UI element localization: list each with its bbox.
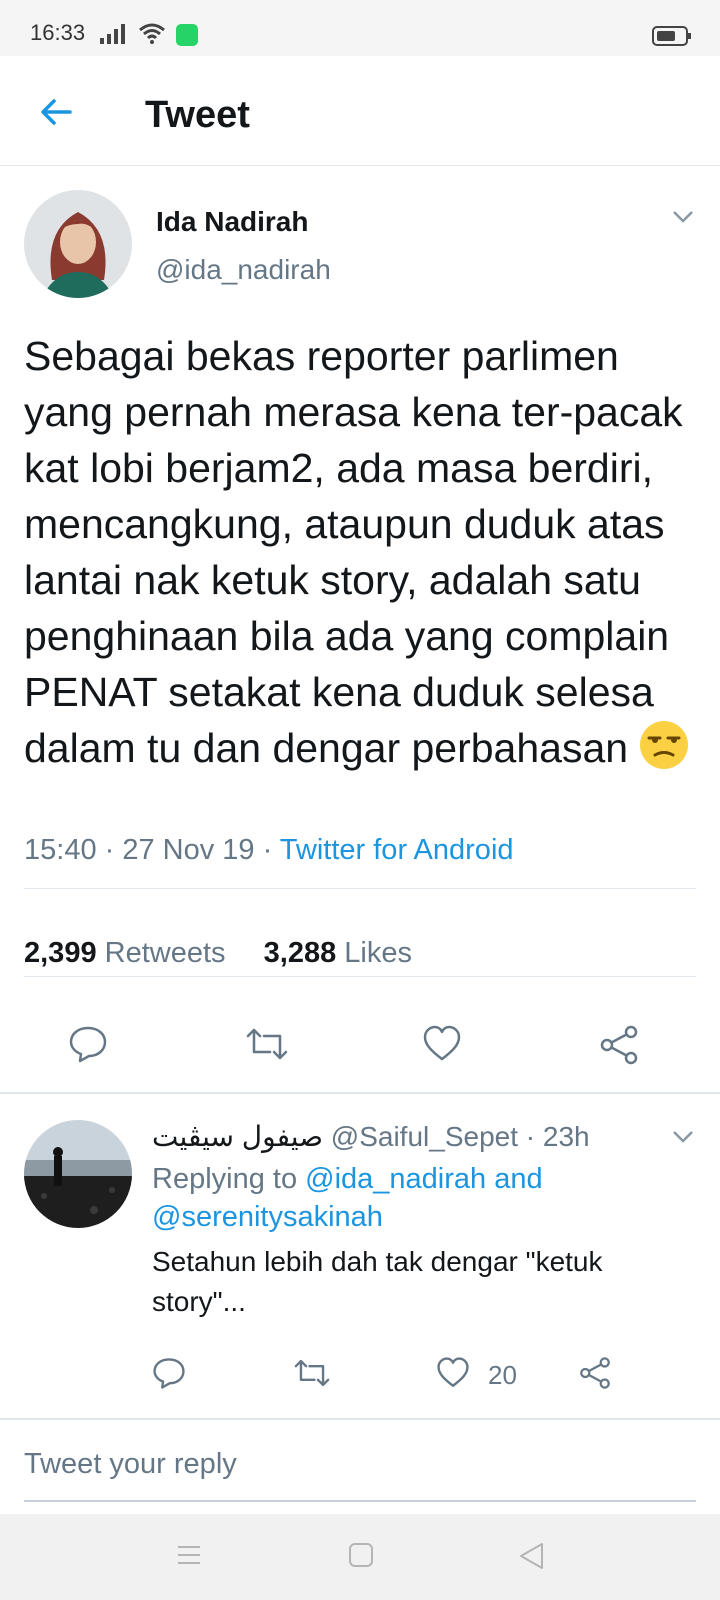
page-title: Tweet [145, 94, 250, 136]
author-name[interactable]: Ida Nadirah [156, 206, 308, 238]
reply-author-name[interactable]: صيفول سيڤيت [152, 1121, 323, 1152]
home-icon[interactable] [348, 1542, 374, 1568]
replying-prefix: Replying to [152, 1163, 306, 1195]
chevron-down-icon[interactable] [672, 210, 694, 224]
heart-icon[interactable] [436, 1356, 470, 1390]
arrow-left-icon[interactable] [36, 92, 76, 132]
system-nav-bar [0, 1514, 720, 1600]
share-icon[interactable] [598, 1024, 640, 1066]
retweet-icon[interactable] [244, 1024, 290, 1064]
retweet-count[interactable]: 2,399 [24, 937, 97, 969]
comment-icon[interactable] [152, 1356, 186, 1390]
section-divider [0, 1092, 720, 1094]
back-nav-icon[interactable] [518, 1542, 544, 1570]
wifi-icon [139, 23, 165, 44]
share-icon[interactable] [578, 1356, 612, 1390]
section-divider [0, 1418, 720, 1420]
reply-header: صيفول سيڤيت @Saiful_Sepet · 23h [152, 1120, 590, 1153]
divider [24, 976, 696, 977]
comment-icon[interactable] [68, 1024, 108, 1064]
tweet-source-link[interactable]: Twitter for Android [280, 834, 514, 866]
menu-icon[interactable] [176, 1542, 202, 1568]
tweet-timestamp: 15:40 · 27 Nov 19 · [24, 834, 280, 866]
retweet-label[interactable]: Retweets [105, 937, 226, 969]
reply-actions: 20 [0, 1344, 720, 1404]
battery-icon [652, 26, 691, 46]
author-avatar[interactable] [24, 190, 132, 298]
chevron-down-icon[interactable] [672, 1130, 694, 1144]
app-bar: Tweet [0, 56, 720, 166]
like-count[interactable]: 3,288 [264, 937, 337, 969]
like-label[interactable]: Likes [344, 937, 412, 969]
reply-time: · 23h [518, 1121, 590, 1152]
reply-author-avatar[interactable] [24, 1120, 132, 1228]
divider [24, 888, 696, 889]
status-time: 16:33 [30, 20, 86, 45]
tweet-text: Sebagai bekas reporter parlimen yang per… [24, 328, 700, 776]
heart-icon[interactable] [422, 1024, 462, 1064]
reply-input[interactable]: Tweet your reply [24, 1448, 237, 1481]
signal-icon [100, 24, 125, 44]
retweet-icon[interactable] [292, 1356, 332, 1390]
replying-to: Replying to @ida_nadirah and @serenitysa… [152, 1160, 692, 1236]
reply-input-underline [24, 1500, 696, 1502]
reply-author-handle[interactable]: @Saiful_Sepet [331, 1121, 518, 1152]
tweet-meta: 15:40 · 27 Nov 19 · Twitter for Android [24, 834, 514, 867]
status-bar: 16:33 [0, 0, 720, 56]
tweet-actions [0, 996, 720, 1096]
whatsapp-notification-icon [176, 24, 198, 46]
tweet-stats: 2,399 Retweets 3,288 Likes [24, 937, 412, 970]
unamused-face-emoji-icon [640, 721, 689, 769]
author-handle[interactable]: @ida_nadirah [156, 254, 331, 286]
reply-like-count: 20 [488, 1360, 517, 1390]
reply-text: Setahun lebih dah tak dengar "ketuk stor… [152, 1246, 603, 1317]
